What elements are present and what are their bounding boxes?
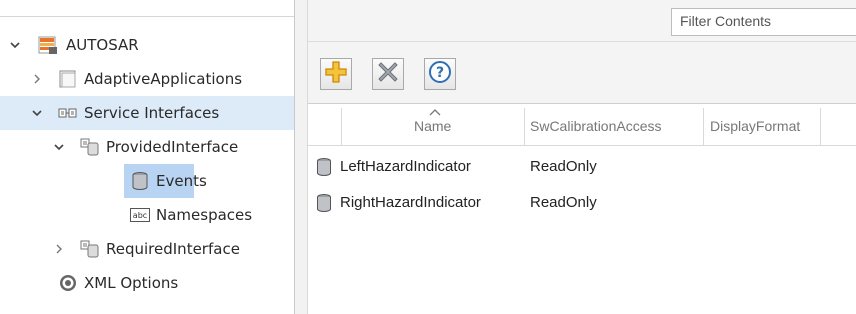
- service-interfaces-icon: [58, 103, 78, 123]
- tree-item-namespaces[interactable]: abc Namespaces: [0, 198, 294, 232]
- table-row[interactable]: RightHazardIndicator ReadOnly: [308, 186, 856, 222]
- tree-item-events[interactable]: Events: [0, 164, 294, 198]
- plus-icon: [324, 60, 348, 88]
- table-row[interactable]: LeftHazardIndicator ReadOnly: [308, 150, 856, 186]
- database-icon: [130, 171, 150, 191]
- svg-text:abc: abc: [133, 211, 147, 220]
- chevron-right-icon[interactable]: [30, 72, 44, 86]
- database-icon: [317, 194, 331, 213]
- chevron-right-icon[interactable]: [52, 242, 66, 256]
- help-button[interactable]: ?: [424, 58, 456, 90]
- delete-button[interactable]: [372, 58, 404, 90]
- abc-namespace-icon: abc: [130, 205, 150, 225]
- events-table: Name SwCalibrationAccess DisplayFormat L…: [308, 104, 856, 314]
- x-icon: [376, 60, 400, 88]
- toolbar: ?: [308, 42, 856, 104]
- column-header-name[interactable]: Name: [414, 118, 451, 134]
- tree-panel: AUTOSAR AdaptiveApplications Service Int…: [0, 0, 294, 314]
- tree-item-xml-options[interactable]: XML Options: [0, 266, 294, 300]
- tree-item-required-interface[interactable]: RequiredInterface: [0, 232, 294, 266]
- tree-item-label: AdaptiveApplications: [84, 70, 243, 88]
- interface-icon: [80, 137, 100, 157]
- database-icon: [317, 158, 331, 177]
- cell-name: RightHazardIndicator: [340, 194, 481, 211]
- cell-name: LeftHazardIndicator: [340, 158, 471, 175]
- tree-item-label: Events: [156, 172, 207, 190]
- panel-splitter[interactable]: [294, 0, 308, 314]
- column-header-sw-calibration-access[interactable]: SwCalibrationAccess: [530, 118, 662, 134]
- svg-text:?: ?: [436, 65, 444, 81]
- autosar-package-icon: [38, 35, 58, 55]
- filter-contents-input[interactable]: Filter Contents: [671, 8, 856, 36]
- chevron-down-icon[interactable]: [30, 106, 44, 120]
- tree-item-autosar[interactable]: AUTOSAR: [0, 28, 294, 62]
- cell-sw-calibration-access[interactable]: ReadOnly: [530, 194, 597, 211]
- tree-item-provided-interface[interactable]: ProvidedInterface: [0, 130, 294, 164]
- tree-item-label: Namespaces: [156, 206, 253, 224]
- chevron-down-icon[interactable]: [8, 38, 22, 52]
- tree-item-service-interfaces[interactable]: Service Interfaces: [0, 96, 294, 130]
- tree-item-label: RequiredInterface: [106, 240, 240, 258]
- question-icon: ?: [428, 60, 452, 88]
- tree-item-label: ProvidedInterface: [106, 138, 239, 156]
- content-panel: Filter Contents ? Name SwCalibrationAcce…: [308, 0, 856, 314]
- add-button[interactable]: [320, 58, 352, 90]
- chevron-down-icon[interactable]: [52, 140, 66, 154]
- gear-icon: [58, 273, 78, 293]
- column-separator[interactable]: [703, 108, 704, 146]
- table-header: Name SwCalibrationAccess DisplayFormat: [308, 104, 856, 146]
- tree-item-label: Service Interfaces: [84, 104, 220, 122]
- tree-divider: [0, 16, 294, 17]
- cell-sw-calibration-access[interactable]: ReadOnly: [530, 158, 597, 175]
- interface-icon: [80, 239, 100, 259]
- column-separator[interactable]: [820, 108, 821, 146]
- column-separator[interactable]: [524, 108, 525, 146]
- tree-item-adaptive-applications[interactable]: AdaptiveApplications: [0, 62, 294, 96]
- filter-bar: Filter Contents: [308, 0, 856, 42]
- column-separator[interactable]: [341, 108, 342, 146]
- tree-item-label: XML Options: [84, 274, 179, 292]
- tree-item-label: AUTOSAR: [66, 36, 139, 54]
- application-folder-icon: [58, 69, 78, 89]
- column-header-display-format[interactable]: DisplayFormat: [710, 118, 800, 134]
- sort-ascending-icon: [429, 109, 441, 116]
